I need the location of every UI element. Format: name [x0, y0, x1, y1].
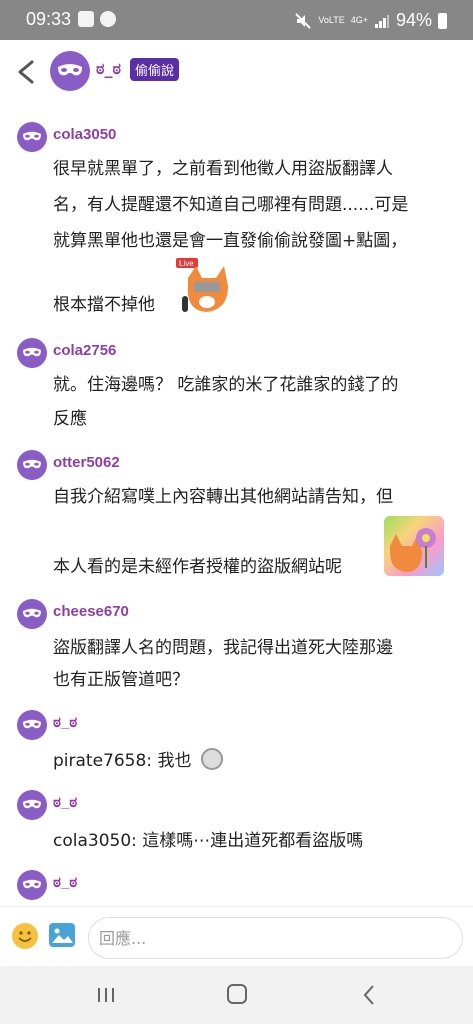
recent-apps-icon[interactable] [95, 986, 117, 1004]
mask-avatar-icon[interactable] [17, 870, 47, 900]
message-text-line: 很早就黑單了，之前看到他徵人用盜版翻譯人 [53, 159, 393, 179]
status-bar: 09:33 VoLTE 4G+ 94% [0, 0, 473, 40]
chat-header: ಠ_ಠ 偷偷說 [0, 40, 473, 104]
message-text-line: 根本擋不掉他 [53, 295, 155, 315]
reply-input[interactable] [88, 917, 463, 959]
message-text-line: 本人看的是未經作者授權的盜版網站呢 [53, 557, 342, 577]
image-upload-icon[interactable] [49, 923, 75, 947]
message-text-line: 反應 [53, 409, 87, 429]
signal-icon [374, 14, 389, 28]
network-indicator: 4G+ [350, 15, 368, 25]
mask-avatar-icon[interactable] [50, 51, 90, 91]
home-icon[interactable] [227, 984, 247, 1004]
mask-avatar-icon[interactable] [17, 790, 47, 820]
system-nav-bar [0, 966, 473, 1024]
gallery-notification-icon [78, 11, 94, 27]
fox-flower-sticker[interactable] [384, 516, 444, 576]
mask-avatar-icon[interactable] [17, 710, 47, 740]
message-username[interactable]: cola3050 [53, 126, 116, 143]
message-username[interactable]: otter5062 [53, 454, 120, 471]
message-text-line: 就算黑單他也還是會一直發偷偷說發圖+點圖， [53, 231, 408, 251]
message-text-line: 自我介紹寫噗上內容轉出其他網站請告知，但 [53, 487, 393, 507]
message-text-line: pirate7658: 我也 [53, 751, 192, 771]
line-notification-icon [100, 11, 116, 27]
reply-bar [0, 906, 473, 966]
message-username[interactable]: ಠ_ಠ [53, 714, 77, 731]
message-text-line: 就。住海邊嗎？ 吃誰家的米了花誰家的錢了的 [53, 375, 399, 395]
emoji-picker-icon[interactable] [12, 923, 38, 949]
fox-live-sticker[interactable]: Live [174, 256, 234, 316]
mask-avatar-icon[interactable] [17, 450, 47, 480]
battery-icon [438, 12, 447, 29]
message-text-line: 盜版翻譯人名的問題，我記得出道死大陸那邊 [53, 638, 393, 658]
message-username[interactable]: ಠ_ಠ [53, 794, 77, 811]
message-username[interactable]: cola2756 [53, 342, 116, 359]
battery-percent: 94% [395, 10, 432, 30]
svg-text:Live: Live [179, 259, 194, 268]
message-username[interactable]: ಠ_ಠ [53, 874, 77, 891]
scared-face-emoji-icon [200, 748, 223, 770]
message-text-line: 也有正版管道吧？ [53, 670, 189, 690]
whisper-badge: 偷偷說 [130, 58, 180, 81]
message-username[interactable]: cheese670 [53, 603, 129, 620]
system-back-icon[interactable] [362, 984, 376, 1006]
mask-avatar-icon[interactable] [17, 338, 47, 368]
back-arrow-icon[interactable] [14, 56, 38, 88]
message-text-line: 名，有人提醒還不知道自己哪裡有問題......可是 [53, 195, 409, 215]
mask-avatar-icon[interactable] [17, 122, 47, 152]
mask-avatar-icon[interactable] [17, 599, 47, 629]
status-time: 09:33 [26, 9, 72, 29]
mute-icon [295, 12, 312, 29]
header-username[interactable]: ಠ_ಠ [96, 59, 121, 79]
volte-indicator: VoLTE [318, 15, 345, 25]
message-text-line: cola3050: 這樣嗎⋯連出道死都看盜版嗎 [53, 831, 364, 851]
